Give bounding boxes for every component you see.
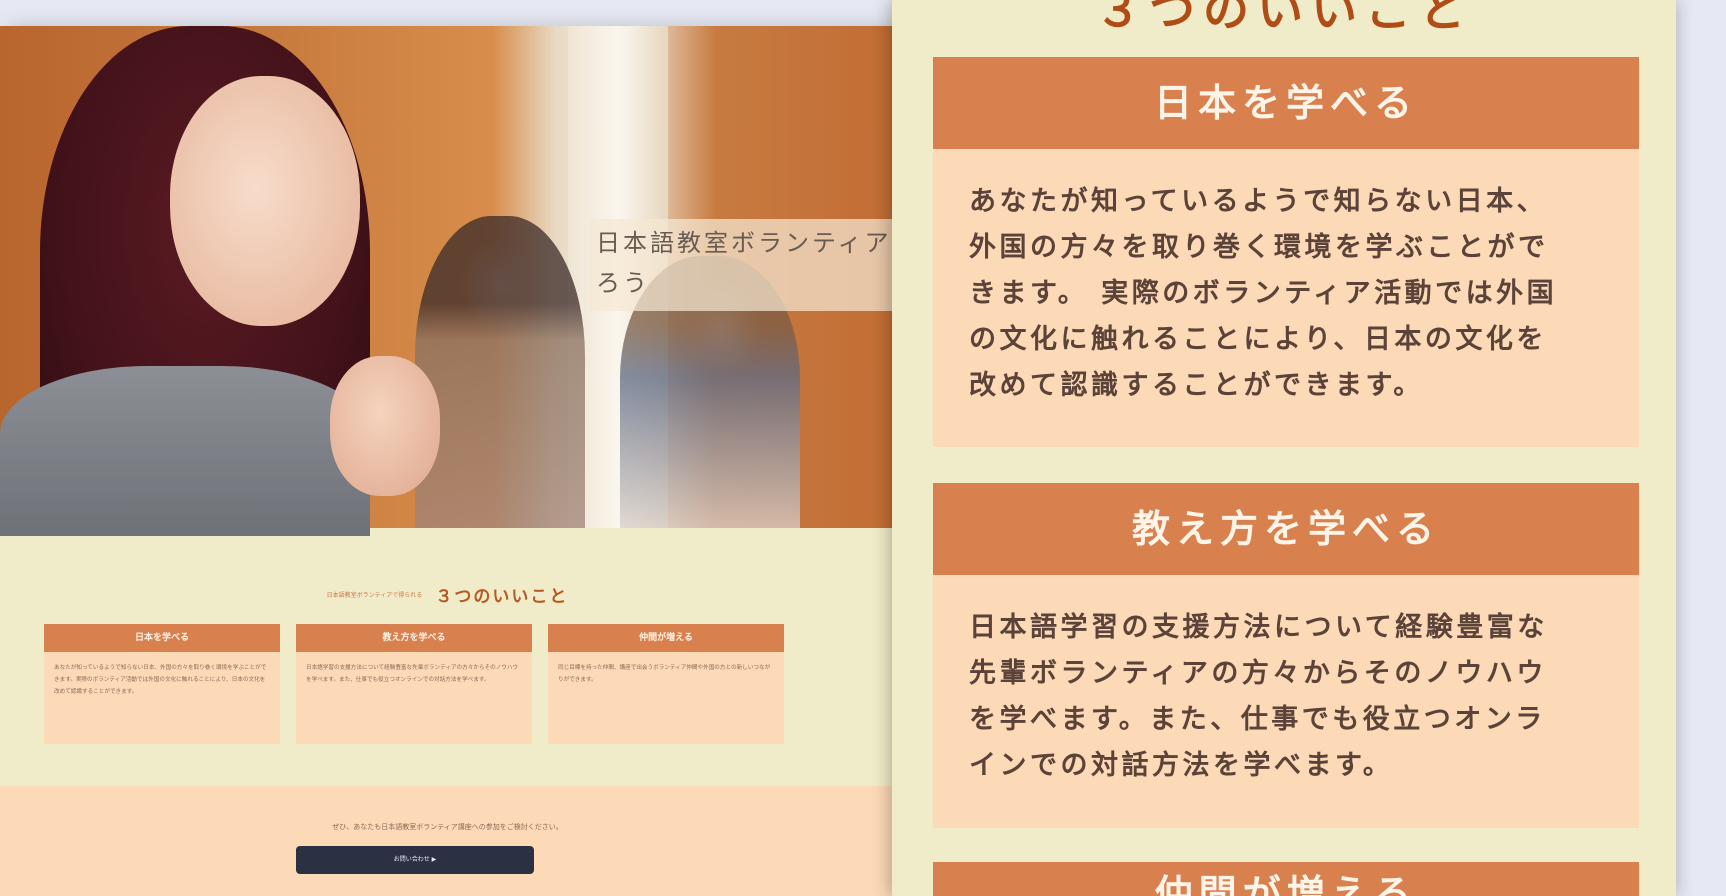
mobile-benefit-card: 仲間が増える (933, 862, 1639, 896)
cta-band (0, 786, 895, 896)
desktop-section-heading: 日本語教室ボランティアで得られる ３つのいいこと (0, 582, 895, 607)
card-body-line: あなたが知っているようで知らない日本、 (969, 186, 1548, 217)
card-body-line: の文化に触れることにより、日本の文化を (969, 324, 1547, 355)
mobile-benefit-card-heading: 仲間が増える (933, 862, 1639, 896)
hero-main-student-face (170, 76, 360, 326)
desktop-benefit-card-heading: 日本を学べる (44, 624, 280, 652)
desktop-benefit-card: 教え方を学べる 日本語学習の支援方法について経験豊富な先輩ボランティアの方々から… (296, 624, 532, 744)
desktop-benefit-card: 日本を学べる あなたが知っているようで知らない日本、外国の方々を取り巻く環境を学… (44, 624, 280, 744)
hero-caption-line-2: ろう (596, 269, 650, 297)
contact-button[interactable]: お問い合わせ ▶ (296, 846, 534, 874)
card-body-line: インでの対話方法を学べます。 (969, 750, 1394, 781)
mobile-preview: ３つのいいこと 日本を学べる あなたが知っているようで知らない日本、 外国の方々… (892, 0, 1676, 896)
hero-caption-line-1: 日本語教室ボランティアに (596, 229, 895, 257)
desktop-benefit-card-body: 日本語学習の支援方法について経験豊富な先輩ボランティアの方々からそのノウハウを学… (306, 665, 519, 683)
desktop-preview: 日本語教室ボランティアに ろう 日本語教室ボランティアで得られる ３つのいいこと… (0, 26, 895, 896)
card-body-line: 日本語学習の支援方法について経験豊富な (969, 612, 1548, 643)
mobile-benefit-card-heading: 教え方を学べる (933, 483, 1639, 575)
hero-caption: 日本語教室ボランティアに ろう (590, 219, 895, 311)
desktop-section-kicker: 日本語教室ボランティアで得られる (326, 592, 423, 599)
hero-main-student-fist (330, 356, 440, 496)
card-body-line: 改めて認識することができます。 (969, 370, 1424, 401)
desktop-benefit-card-heading: 教え方を学べる (296, 624, 532, 652)
card-body-line: きます。 実際のボランティア活動では外国 (969, 278, 1558, 309)
mobile-benefit-card-body: あなたが知っているようで知らない日本、 外国の方々を取り巻く環境を学ぶことがで … (933, 149, 1639, 447)
card-body-line: 先輩ボランティアの方々からそのノウハウ (969, 658, 1547, 689)
cta-text: ぜひ、あなたも日本語教室ボランティア講座への参加をご検討ください。 (332, 823, 563, 831)
desktop-benefit-card-heading: 仲間が増える (548, 624, 784, 652)
mobile-benefit-card-heading: 日本を学べる (933, 57, 1639, 149)
desktop-benefit-card-body: あなたが知っているようで知らない日本、外国の方々を取り巻く環境を学ぶことができま… (54, 665, 267, 695)
mobile-section-title: ３つのいいこと (1095, 0, 1473, 37)
hero-background-student-1 (415, 216, 585, 528)
mobile-benefit-card: 教え方を学べる 日本語学習の支援方法について経験豊富な 先輩ボランティアの方々か… (933, 483, 1639, 828)
desktop-section-title: ３つのいいこと (435, 587, 569, 607)
mobile-benefit-card-body: 日本語学習の支援方法について経験豊富な 先輩ボランティアの方々からそのノウハウ … (933, 575, 1639, 828)
desktop-benefit-card: 仲間が増える 同じ目標を持った仲間、講座で出会うボランティア仲間や外国の方との新… (548, 624, 784, 744)
mobile-benefit-card: 日本を学べる あなたが知っているようで知らない日本、 外国の方々を取り巻く環境を… (933, 57, 1639, 447)
hero-main-student-body (0, 366, 370, 536)
card-body-line: を学べます。また、仕事でも役立つオンラ (969, 704, 1546, 735)
card-body-line: 外国の方々を取り巻く環境を学ぶことがで (969, 232, 1549, 263)
desktop-benefit-card-body: 同じ目標を持った仲間、講座で出会うボランティア仲間や外国の方との新しいつながりが… (558, 665, 771, 683)
